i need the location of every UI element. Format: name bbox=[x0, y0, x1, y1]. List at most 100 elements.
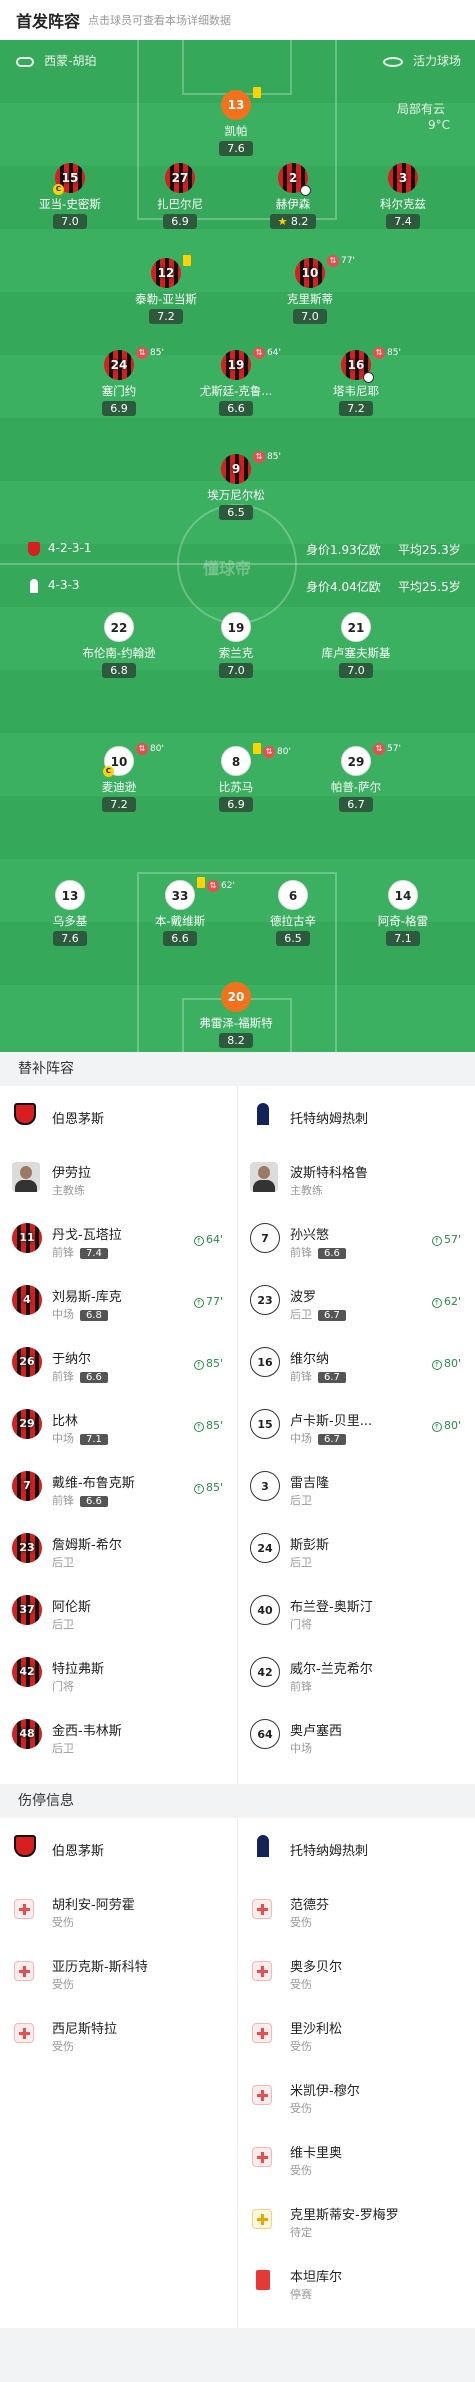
player-card[interactable]: 2 赫伊森 ★ 8.2 bbox=[238, 163, 348, 229]
player-card[interactable]: 13 乌多基 7.6 bbox=[15, 880, 125, 946]
away-team-header[interactable]: 托特纳姆热刺 bbox=[238, 1086, 475, 1148]
injury-row[interactable]: 奥多贝尔 受伤 bbox=[238, 1942, 475, 2004]
player-shirt: 33 bbox=[165, 880, 195, 910]
referee-info: 西蒙-胡珀 bbox=[16, 52, 96, 69]
sub-player-row[interactable]: 40 布兰登-奥斯汀 门将 bbox=[238, 1582, 475, 1644]
sub-name: 斯彭斯 bbox=[290, 1538, 330, 1553]
player-card[interactable]: 21 库卢塞夫斯基 7.0 bbox=[301, 612, 411, 678]
home-coach-name: 伊劳拉 bbox=[52, 1166, 92, 1181]
sub-minute: 85' bbox=[150, 348, 164, 358]
sub-position: 中场 6.8 bbox=[52, 1306, 108, 1322]
sub-in-time: 64' bbox=[205, 1233, 223, 1246]
coach-label: 主教练 bbox=[290, 1184, 323, 1197]
player-shirt: 13 bbox=[221, 90, 251, 120]
player-card[interactable]: 14 阿奇-格雷 7.1 bbox=[348, 880, 458, 946]
shirt-number: 24 bbox=[257, 1542, 273, 1555]
player-rating: 7.0 bbox=[293, 309, 327, 324]
sub-in-time: 85' bbox=[205, 1357, 223, 1370]
injury-row[interactable]: 亚历克斯-斯科特 受伤 bbox=[0, 1942, 237, 2004]
shirt-number: 29 bbox=[347, 755, 365, 769]
injury-row[interactable]: 维卡里奥 受伤 bbox=[238, 2128, 475, 2190]
goal-ball-icon bbox=[300, 185, 311, 196]
player-card[interactable]: 29 ⇅ 57' 帕普-萨尔 6.7 bbox=[301, 743, 411, 812]
player-card[interactable]: 10 C ⇅ 80' 麦迪逊 7.2 bbox=[64, 743, 174, 812]
player-card[interactable]: 13 凯帕 7.6 bbox=[181, 87, 291, 156]
player-card[interactable]: 12 泰勒-亚当斯 7.2 bbox=[111, 255, 221, 324]
player-card[interactable]: 33 ⇅ 62' 本-戴维斯 6.6 bbox=[125, 877, 235, 946]
injury-status: 待定 bbox=[290, 2226, 312, 2239]
player-card[interactable]: 19 索兰克 7.0 bbox=[181, 612, 291, 678]
shirt-number: 37 bbox=[19, 1603, 35, 1616]
tottenham-crest-icon bbox=[257, 1103, 269, 1125]
injury-row[interactable]: 胡利安-阿劳霍 受伤 bbox=[0, 1880, 237, 1942]
injury-row[interactable]: 克里斯蒂安-罗梅罗 待定 bbox=[238, 2190, 475, 2252]
sub-in-minute: ↑ 80' bbox=[431, 1419, 461, 1432]
shirt-number: 21 bbox=[347, 621, 365, 635]
sub-player-row[interactable]: 7 孙兴慜 前锋 6.6 ↑ 57' bbox=[238, 1210, 475, 1272]
sub-player-row[interactable]: 11 丹戈-瓦塔拉 前锋 7.4 ↑ 64' bbox=[0, 1210, 237, 1272]
shirt-number: 42 bbox=[257, 1666, 273, 1679]
yellow-card-icon bbox=[253, 743, 261, 754]
away-coach-row[interactable]: 波斯特科格鲁 主教练 bbox=[238, 1148, 475, 1210]
sub-position: 后卫 bbox=[290, 1554, 312, 1570]
sub-in-minute: ↑ 62' bbox=[431, 1295, 461, 1308]
injury-row[interactable]: 米凯伊-穆尔 受伤 bbox=[238, 2066, 475, 2128]
sub-rating: 6.6 bbox=[318, 1248, 346, 1259]
home-team-header[interactable]: 伯恩茅斯 bbox=[0, 1818, 237, 1880]
position-text: 门将 bbox=[52, 1680, 74, 1693]
home-coach-row[interactable]: 伊劳拉 主教练 bbox=[0, 1148, 237, 1210]
sub-player-row[interactable]: 16 维尔纳 前锋 6.7 ↑ 80' bbox=[238, 1334, 475, 1396]
player-card[interactable]: 20 弗雷泽-福斯特 8.2 bbox=[181, 982, 291, 1048]
injury-row[interactable]: 本坦库尔 停赛 bbox=[238, 2252, 475, 2314]
player-card[interactable]: 8 ⇅ 80' 比苏马 6.9 bbox=[181, 743, 291, 812]
sub-player-row[interactable]: 23 波罗 后卫 6.7 ↑ 62' bbox=[238, 1272, 475, 1334]
shirt-number: 7 bbox=[261, 1232, 269, 1245]
sub-in-icon: ↑ bbox=[193, 1236, 204, 1246]
substitution-icon: ⇅ bbox=[373, 347, 385, 359]
injury-row[interactable]: 范德芬 受伤 bbox=[238, 1880, 475, 1942]
player-card[interactable]: 6 德拉古辛 6.5 bbox=[238, 880, 348, 946]
injury-row[interactable]: 里沙利松 受伤 bbox=[238, 2004, 475, 2066]
player-card[interactable]: 27 扎巴尔尼 6.9 bbox=[125, 163, 235, 229]
sub-name: 阿伦斯 bbox=[52, 1600, 92, 1615]
away-team-header[interactable]: 托特纳姆热刺 bbox=[238, 1818, 475, 1880]
away-formation: 4-3-3 bbox=[48, 578, 80, 592]
sub-player-row[interactable]: 37 阿伦斯 后卫 bbox=[0, 1582, 237, 1644]
player-card[interactable]: 3 科尔克兹 7.4 bbox=[348, 163, 458, 229]
position-text: 中场 bbox=[290, 1742, 312, 1755]
sub-player-row[interactable]: 29 比林 中场 7.1 ↑ 85' bbox=[0, 1396, 237, 1458]
position-text: 前锋 bbox=[52, 1494, 74, 1507]
sub-player-row[interactable]: 4 刘易斯-库克 中场 6.8 ↑ 77' bbox=[0, 1272, 237, 1334]
player-card[interactable]: 9 ⇅ 85' 埃万尼尔松 6.5 bbox=[181, 451, 291, 520]
home-team-header[interactable]: 伯恩茅斯 bbox=[0, 1086, 237, 1148]
player-shirt: 9 bbox=[221, 454, 251, 484]
player-card[interactable]: 19 ⇅ 64' 尤斯廷-克鲁... 6.6 bbox=[181, 347, 291, 416]
sub-player-row[interactable]: 23 詹姆斯-希尔 后卫 bbox=[0, 1520, 237, 1582]
player-rating: 7.2 bbox=[149, 309, 183, 324]
sub-player-row[interactable]: 7 戴维-布鲁克斯 前锋 6.6 ↑ 85' bbox=[0, 1458, 237, 1520]
sub-player-row[interactable]: 42 威尔-兰克希尔 前锋 bbox=[238, 1644, 475, 1706]
player-card[interactable]: 22 布伦南-约翰逊 6.8 bbox=[64, 612, 174, 678]
sub-player-row[interactable]: 24 斯彭斯 后卫 bbox=[238, 1520, 475, 1582]
player-card[interactable]: 24 ⇅ 85' 塞门约 6.9 bbox=[64, 347, 174, 416]
injury-row[interactable]: 西尼斯特拉 受伤 bbox=[0, 2004, 237, 2066]
sub-player-row[interactable]: 64 奥卢塞西 中场 bbox=[238, 1706, 475, 1768]
rating-value: 6.7 bbox=[347, 798, 365, 811]
player-card[interactable]: 16 ⇅ 85' 塔韦尼耶 7.2 bbox=[301, 347, 411, 416]
player-rating: 8.2 bbox=[219, 1033, 253, 1048]
sub-position: 前锋 7.4 bbox=[52, 1244, 108, 1260]
player-card[interactable]: 15 C 亚当-史密斯 7.0 bbox=[15, 163, 125, 229]
sub-player-row[interactable]: 15 卢卡斯-贝里... 中场 6.7 ↑ 80' bbox=[238, 1396, 475, 1458]
injured-player-name: 本坦库尔 bbox=[290, 2270, 343, 2285]
shirt-number: 13 bbox=[61, 889, 79, 903]
sub-rating: 7.4 bbox=[80, 1248, 108, 1259]
subs-section-title: 替补阵容 bbox=[0, 1052, 475, 1086]
sub-player-row[interactable]: 3 雷吉隆 后卫 bbox=[238, 1458, 475, 1520]
sub-player-row[interactable]: 26 于纳尔 前锋 6.6 ↑ 85' bbox=[0, 1334, 237, 1396]
sub-in-minute: ↑ 85' bbox=[193, 1419, 223, 1432]
shirt-number-badge: 64 bbox=[250, 1719, 280, 1749]
sub-player-row[interactable]: 48 金西-韦林斯 后卫 bbox=[0, 1706, 237, 1768]
player-card[interactable]: 10 ⇅ 77' 克里斯蒂 7.0 bbox=[255, 255, 365, 324]
sub-player-row[interactable]: 42 特拉弗斯 门将 bbox=[0, 1644, 237, 1706]
rating-value: 8.2 bbox=[227, 1034, 245, 1047]
